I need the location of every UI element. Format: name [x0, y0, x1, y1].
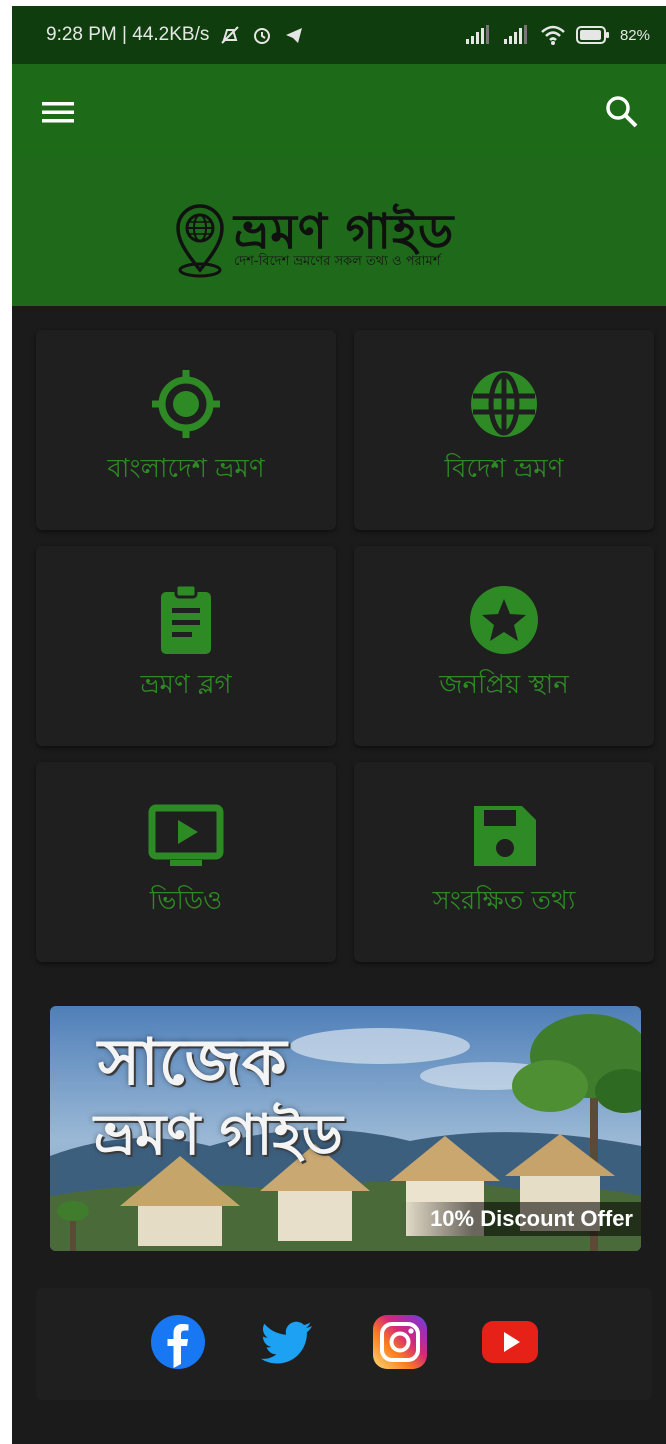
- signal-icon-2: [503, 25, 527, 44]
- app-logo: ভ্রমণ গাইড দেশ-বিদেশ ভ্রমণের সকল তথ্য ও …: [172, 196, 532, 278]
- header-banner: ভ্রমণ গাইড দেশ-বিদেশ ভ্রমণের সকল তথ্য ও …: [12, 158, 666, 306]
- signal-icon: [465, 25, 489, 44]
- youtube-icon[interactable]: [480, 1312, 540, 1372]
- banner-title-line2: ভ্রমণ গাইড: [94, 1103, 343, 1168]
- tile-label: সংরক্ষিত তথ্য: [432, 886, 576, 916]
- status-bar: 9:28 PM | 44.2KB/s 82%: [12, 6, 666, 64]
- logo-tagline: দেশ-বিদেশ ভ্রমণের সকল তথ্য ও পরামর্শ: [234, 254, 441, 269]
- twitter-icon[interactable]: [258, 1312, 318, 1372]
- tile-label: ভিডিও: [149, 886, 223, 916]
- status-time-speed: 9:28 PM | 44.2KB/s: [46, 24, 210, 45]
- clipboard-icon: [161, 583, 211, 654]
- wifi-icon: [541, 25, 565, 45]
- facebook-icon[interactable]: [148, 1312, 208, 1372]
- star-icon: [470, 586, 538, 654]
- tile-popular-places[interactable]: জনপ্রিয় স্থান: [354, 546, 654, 746]
- alarm-icon: [254, 28, 271, 44]
- tile-label: জনপ্রিয় স্থান: [439, 670, 569, 700]
- tile-bangladesh-travel[interactable]: বাংলাদেশ ভ্রমণ: [36, 330, 336, 530]
- battery-percent: 82%: [619, 26, 650, 44]
- tile-label: বাংলাদেশ ভ্রমণ: [107, 454, 265, 484]
- tile-label: বিদেশ ভ্রমণ: [444, 454, 564, 484]
- app-bar: [12, 64, 666, 158]
- social-links-bar: [36, 1288, 652, 1400]
- hamburger-menu-icon[interactable]: [40, 94, 76, 130]
- tv-play-icon: [148, 804, 224, 866]
- telegram-icon: [286, 28, 303, 43]
- location-target-icon: [152, 370, 220, 438]
- tile-foreign-travel[interactable]: বিদেশ ভ্রমণ: [354, 330, 654, 530]
- sajek-promo-banner[interactable]: সাজেক ভ্রমণ গাইড 10% Discount Offer: [50, 1006, 641, 1251]
- globe-icon: [471, 371, 537, 437]
- save-disk-icon: [474, 806, 536, 866]
- instagram-icon[interactable]: [370, 1312, 430, 1372]
- discount-offer-label: 10% Discount Offer: [400, 1202, 641, 1236]
- map-pin-globe-icon: [176, 204, 224, 278]
- tile-saved-info[interactable]: সংরক্ষিত তথ্য: [354, 762, 654, 962]
- app-screen: 9:28 PM | 44.2KB/s 82% ভ্রমণ গাইড দেশ-বি…: [12, 6, 666, 1444]
- tile-label: ভ্রমণ ব্লগ: [140, 670, 232, 700]
- tile-video[interactable]: ভিডিও: [36, 762, 336, 962]
- search-icon[interactable]: [602, 92, 642, 132]
- tile-travel-blog[interactable]: ভ্রমণ ব্লগ: [36, 546, 336, 746]
- mute-icon: [221, 26, 240, 44]
- battery-icon: [575, 26, 609, 44]
